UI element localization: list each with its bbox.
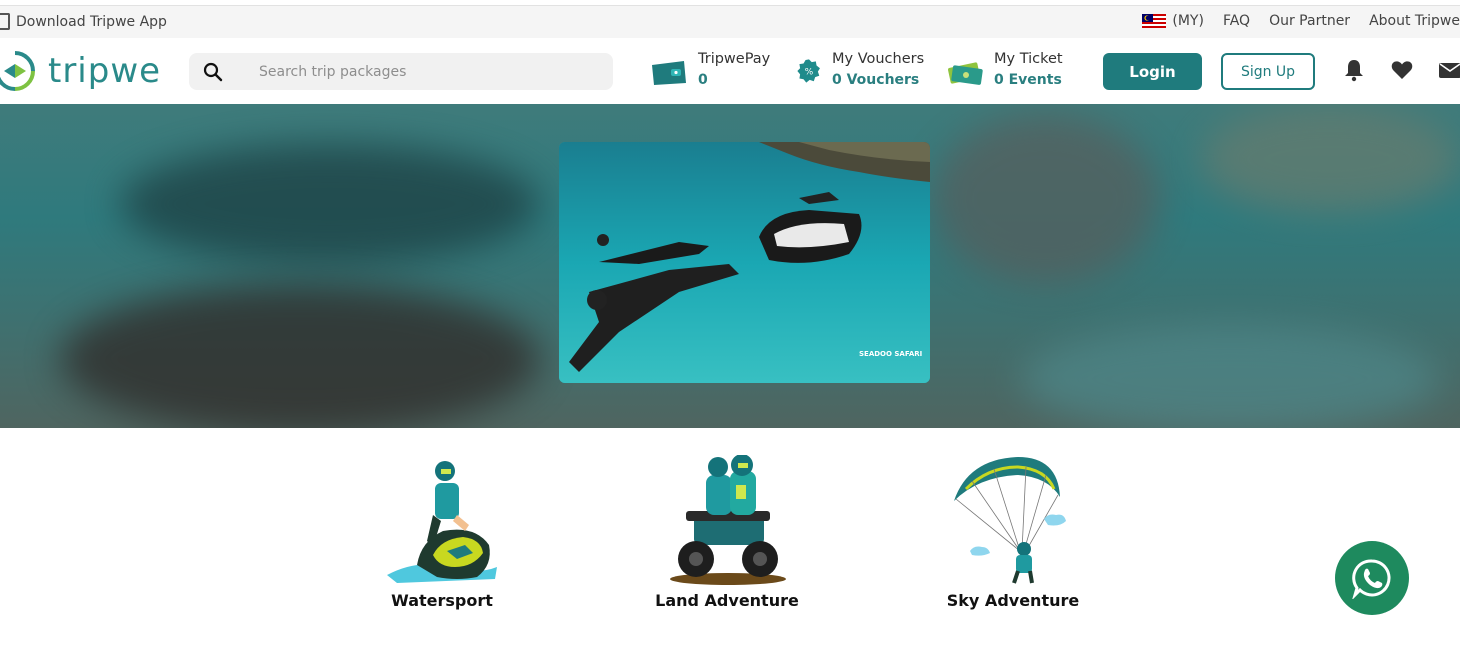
our-partner-link[interactable]: Our Partner	[1269, 13, 1350, 29]
hero-blur-shape	[930, 114, 1160, 284]
vouchers-value: 0 Vouchers	[832, 72, 920, 88]
floating-snorkelers-photo: SEADOO SAFARI	[559, 142, 930, 383]
tripwepay-label: TripwePay	[698, 51, 771, 67]
phone-icon	[0, 13, 10, 30]
category-label: Watersport	[391, 591, 493, 610]
about-tripwe-link[interactable]: About Tripwe	[1369, 13, 1460, 29]
locale-label: (MY)	[1172, 13, 1204, 29]
tickets-value: 0 Events	[994, 72, 1062, 88]
ticket-icon	[948, 62, 983, 85]
tripwe-logo-mark-icon	[0, 51, 35, 91]
logo-text: tripwe	[48, 51, 162, 91]
voucher-badge-icon: %	[797, 59, 820, 83]
svg-text:%: %	[805, 67, 813, 77]
category-label: Land Adventure	[655, 591, 799, 610]
vouchers-label: My Vouchers	[832, 51, 925, 67]
hero-blur-shape	[1200, 104, 1460, 214]
login-button[interactable]: Login	[1103, 53, 1202, 90]
whatsapp-chat-button[interactable]	[1335, 541, 1409, 615]
download-app-label: Download Tripwe App	[16, 13, 167, 30]
wallet-icon	[652, 61, 686, 85]
search-input[interactable]	[259, 63, 589, 80]
photo-watermark: SEADOO SAFARI	[859, 350, 922, 358]
search-bar[interactable]	[189, 53, 613, 90]
heart-icon[interactable]	[1390, 58, 1414, 82]
faq-link[interactable]: FAQ	[1223, 13, 1250, 29]
vouchers-widget[interactable]: % My Vouchers 0 Vouchers	[796, 50, 924, 91]
hero-blur-shape	[60, 284, 540, 428]
tickets-label: My Ticket	[994, 51, 1063, 67]
atv-illustration-icon	[670, 455, 786, 585]
bell-icon[interactable]	[1342, 58, 1366, 82]
malaysia-flag-icon	[1142, 14, 1167, 28]
tickets-widget[interactable]: My Ticket 0 Events	[946, 50, 1063, 91]
tripwepay-widget[interactable]: TripwePay 0	[650, 50, 770, 91]
download-app-link[interactable]: Download Tripwe App	[0, 13, 167, 30]
paraglider-illustration-icon	[954, 457, 1066, 584]
category-watersport[interactable]: Watersport	[342, 455, 542, 610]
tripwepay-value: 0	[698, 72, 708, 88]
category-label: Sky Adventure	[946, 591, 1080, 610]
main-header: tripwe TripwePay 0 % My Vouchers 0 Vouch…	[0, 38, 1460, 104]
jetski-illustration-icon	[387, 461, 497, 583]
signup-button[interactable]: Sign Up	[1221, 53, 1315, 90]
whatsapp-icon	[1352, 559, 1391, 599]
hero-slide-image[interactable]: SEADOO SAFARI	[559, 142, 930, 383]
tripwe-logo[interactable]: tripwe	[0, 50, 161, 92]
hero-blur-shape	[120, 144, 540, 264]
locale-selector[interactable]: (MY)	[1142, 13, 1204, 29]
top-utility-bar: Download Tripwe App (MY) FAQ Our Partner…	[0, 5, 1460, 38]
search-icon	[203, 62, 223, 81]
hero-blur-shape	[1020, 324, 1440, 428]
category-land-adventure[interactable]: Land Adventure	[627, 455, 827, 610]
category-sky-adventure[interactable]: Sky Adventure	[913, 455, 1113, 610]
mail-icon[interactable]	[1438, 58, 1460, 82]
